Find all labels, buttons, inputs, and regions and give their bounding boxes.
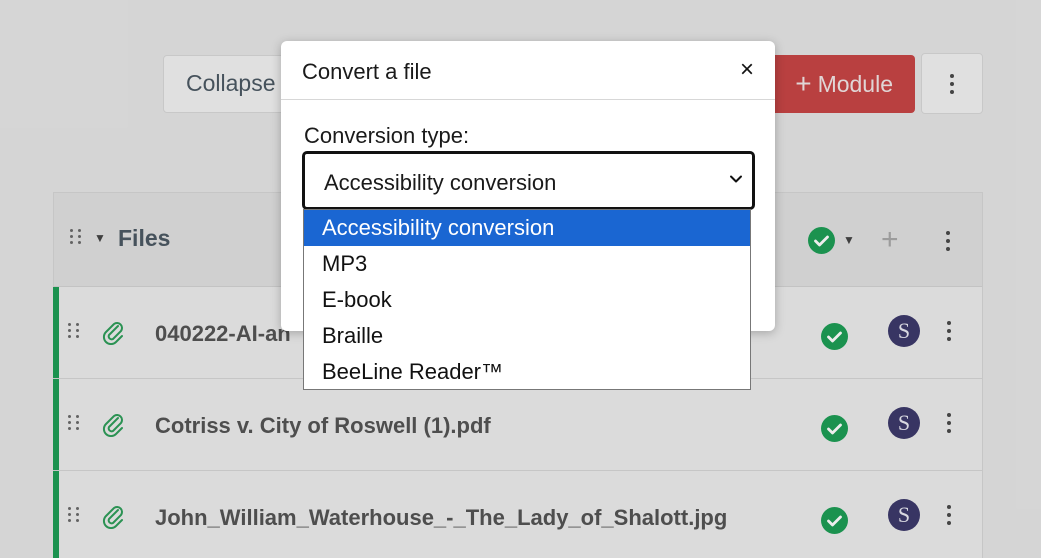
conversion-type-options: Accessibility conversion MP3 E-book Brai… (303, 209, 751, 390)
dialog-header: Convert a file × (281, 41, 775, 100)
option-e-book[interactable]: E-book (304, 282, 750, 318)
option-beeline-reader[interactable]: BeeLine Reader™ (304, 354, 750, 390)
option-accessibility-conversion[interactable]: Accessibility conversion (304, 210, 750, 246)
option-braille[interactable]: Braille (304, 318, 750, 354)
conversion-type-select[interactable]: Accessibility conversion (302, 151, 755, 210)
dialog-title: Convert a file (302, 59, 432, 84)
option-mp3[interactable]: MP3 (304, 246, 750, 282)
chevron-down-icon (730, 175, 742, 183)
conversion-type-label: Conversion type: (304, 123, 470, 148)
close-icon[interactable]: × (740, 58, 754, 82)
select-value: Accessibility conversion (324, 170, 557, 195)
